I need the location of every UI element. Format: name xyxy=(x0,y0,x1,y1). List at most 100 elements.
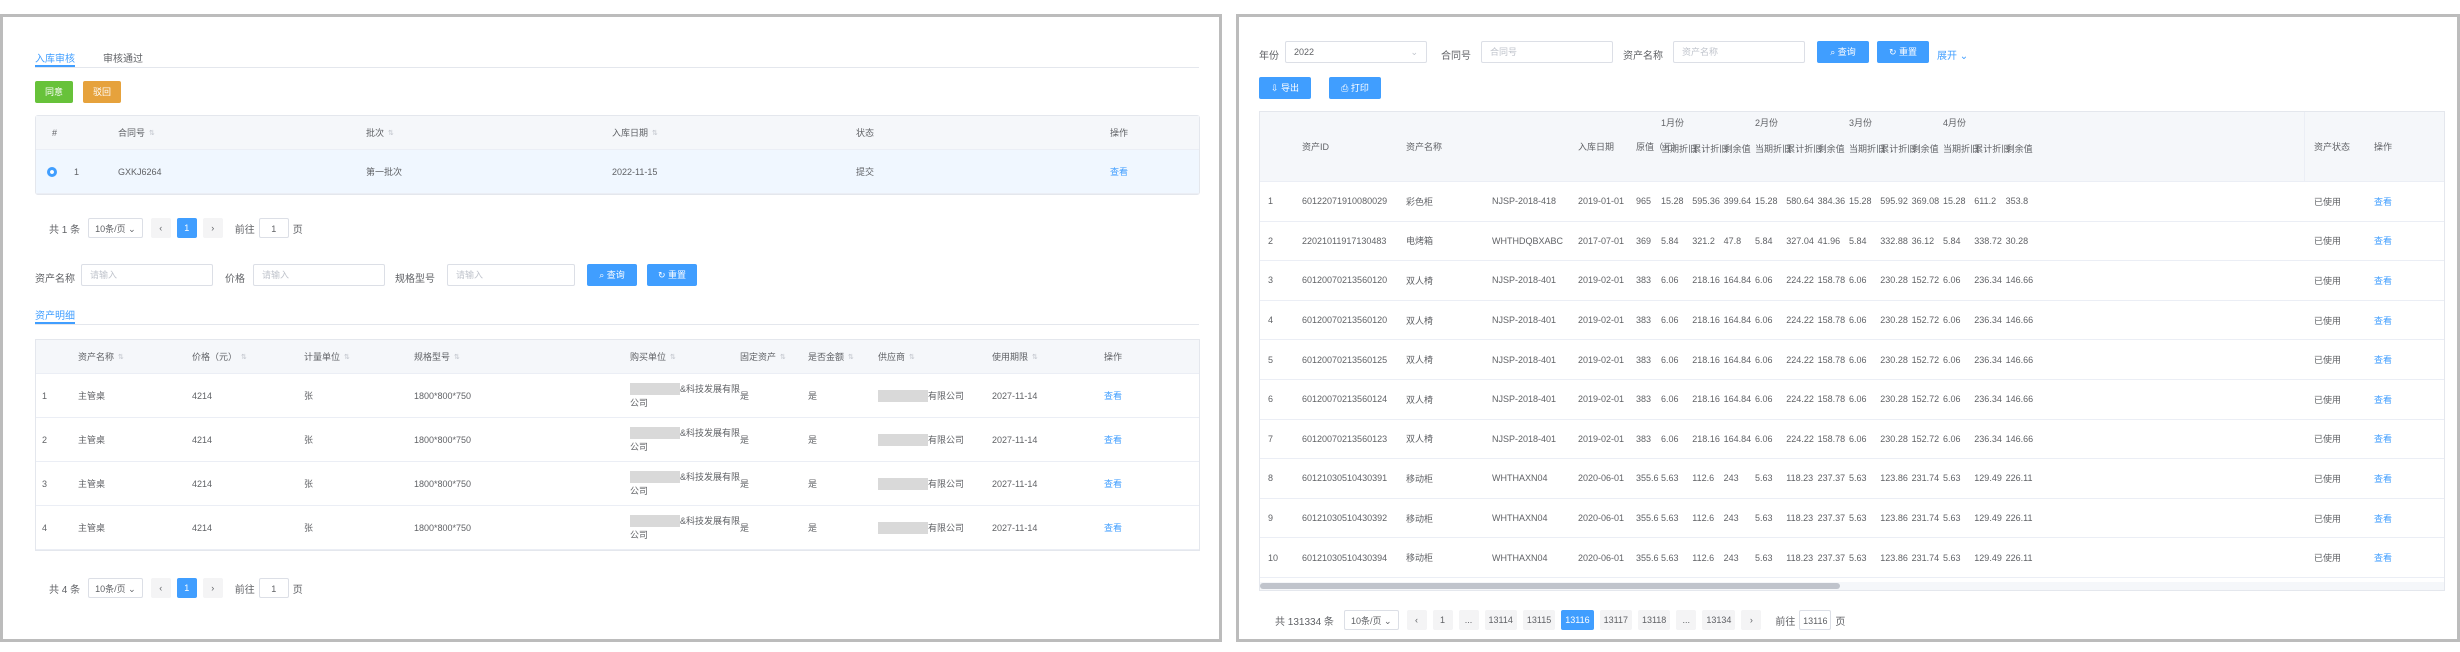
refresh-icon: ↻ xyxy=(1888,47,1897,57)
page-number[interactable]: 13118 xyxy=(1637,610,1671,630)
row-index: 1 xyxy=(74,166,80,177)
scrollbar-thumb[interactable] xyxy=(1260,583,1840,589)
reset-button[interactable]: ↻ 重置 xyxy=(647,264,697,286)
sort-icon[interactable]: ⇅ xyxy=(388,129,394,137)
row-month-value: 15.28 xyxy=(1755,196,1778,207)
goto-page-input[interactable]: 1 xyxy=(258,218,289,238)
goto-page-input[interactable]: 1 xyxy=(258,578,289,598)
buyer-line: 公司 xyxy=(630,397,649,408)
col-unit-label: 计量单位 xyxy=(304,352,341,362)
page-number[interactable]: 13134 xyxy=(1702,610,1736,630)
search-button[interactable]: ⌕ 查询 xyxy=(1817,41,1869,63)
sort-icon[interactable]: ⇅ xyxy=(1032,353,1038,361)
tab-asset-detail[interactable]: 资产明细 xyxy=(35,307,75,322)
row-asset-code: WHTHAXN04 xyxy=(1492,513,1548,524)
page-number[interactable]: 1 xyxy=(176,578,197,598)
row-month-value: 5.63 xyxy=(1755,473,1773,484)
page-size-select[interactable]: 10条/页 ⌄ xyxy=(88,218,143,238)
table-row: 9 60121030510430392 移动柜 WHTHAXN04 2020-06-01… xyxy=(1260,499,2444,539)
sort-icon[interactable]: ⇅ xyxy=(149,129,155,137)
reject-button[interactable]: 驳回 xyxy=(83,81,121,103)
prev-page-button[interactable]: ‹ xyxy=(150,218,171,238)
tab-approved[interactable]: 审核通过 xyxy=(103,50,143,65)
view-link[interactable]: 查看 xyxy=(1104,418,1122,461)
view-link[interactable]: 查看 xyxy=(1104,462,1122,505)
search-button[interactable]: ⌕ 查询 xyxy=(587,264,637,286)
table-row[interactable]: 1 GXKJ6264 第一批次 2022-11-15 提交 查看 xyxy=(36,150,1199,194)
page-number[interactable]: 13117 xyxy=(1599,610,1632,630)
sort-icon[interactable]: ⇅ xyxy=(780,353,786,361)
prev-page-button[interactable]: ‹ xyxy=(150,578,171,598)
row-orig-value: 383 xyxy=(1636,394,1652,405)
row-month-value: 129.49 xyxy=(1974,473,2002,484)
asset-name-input[interactable]: 请输入 xyxy=(81,264,213,286)
buyer-name: &科技发展有限 xyxy=(680,383,741,394)
row-index: 2 xyxy=(42,434,48,445)
row-in-date: 2017-07-01 xyxy=(1578,235,1625,246)
row-month-value: 158.78 xyxy=(1817,354,1846,365)
year-select[interactable]: 2022 ⌄ xyxy=(1285,41,1427,63)
col-price: 价格（元） ⇅ xyxy=(192,340,247,373)
view-link[interactable]: 查看 xyxy=(2374,499,2392,538)
row-price: 4214 xyxy=(192,478,213,489)
page-number[interactable]: 13116 xyxy=(1561,610,1594,630)
export-button[interactable]: ⇩ 导出 xyxy=(1259,77,1311,99)
view-link[interactable]: 查看 xyxy=(2374,222,2392,261)
view-link[interactable]: 查看 xyxy=(2374,340,2392,379)
view-link[interactable]: 查看 xyxy=(2374,380,2392,419)
view-link[interactable]: 查看 xyxy=(1104,506,1122,549)
page-number[interactable]: 1 xyxy=(1432,610,1453,630)
view-link[interactable]: 查看 xyxy=(2374,261,2392,300)
contract-label: 合同号 xyxy=(1441,51,1471,62)
view-link[interactable]: 查看 xyxy=(2374,538,2392,577)
view-link[interactable]: 查看 xyxy=(1104,374,1122,417)
prev-page-button[interactable]: ‹ xyxy=(1406,610,1427,630)
approve-button[interactable]: 同意 xyxy=(35,81,73,103)
next-page-button[interactable]: › xyxy=(202,218,223,238)
row-month-value: 129.49 xyxy=(1974,552,2002,563)
expand-link[interactable]: 展开 ⌄ xyxy=(1937,47,1968,62)
sort-icon[interactable]: ⇅ xyxy=(909,353,915,361)
page-size-select[interactable]: 10条/页 ⌄ xyxy=(88,578,143,598)
view-link[interactable]: 查看 xyxy=(1110,150,1128,193)
redacted-block xyxy=(878,477,928,490)
page-number[interactable]: ... xyxy=(1676,610,1697,630)
page-number[interactable]: 13114 xyxy=(1484,610,1517,630)
chevron-down-icon: ⌄ xyxy=(1410,47,1418,57)
goto-page-input[interactable]: 13116 xyxy=(1799,610,1832,630)
print-button[interactable]: ⎙ 打印 xyxy=(1329,77,1381,99)
tab-pending-audit[interactable]: 入库审核 xyxy=(35,50,75,65)
next-page-button[interactable]: › xyxy=(1741,610,1762,630)
view-link[interactable]: 查看 xyxy=(2374,182,2392,221)
contract-input[interactable]: 合同号 xyxy=(1481,41,1613,63)
price-input[interactable]: 请输入 xyxy=(253,264,385,286)
row-radio[interactable] xyxy=(47,150,57,193)
page-number[interactable]: ... xyxy=(1458,610,1479,630)
row-month-value: 6.06 xyxy=(1661,354,1679,365)
page-number[interactable]: 1 xyxy=(176,218,197,238)
sort-icon[interactable]: ⇅ xyxy=(670,353,676,361)
row-month-value: 118.23 xyxy=(1786,552,1814,563)
sort-icon[interactable]: ⇅ xyxy=(344,353,350,361)
next-page-button[interactable]: › xyxy=(202,578,223,598)
horizontal-scrollbar[interactable] xyxy=(1260,582,2444,590)
row-supplier: 有限公司 xyxy=(878,374,964,417)
sort-icon[interactable]: ⇅ xyxy=(241,353,247,361)
sort-icon[interactable]: ⇅ xyxy=(118,353,124,361)
row-amount: 是 xyxy=(808,435,818,445)
view-link[interactable]: 查看 xyxy=(2374,301,2392,340)
row-month-value: 5.84 xyxy=(1755,235,1773,246)
view-link[interactable]: 查看 xyxy=(2374,420,2392,459)
row-month-value: 6.06 xyxy=(1849,394,1867,405)
detail-table-header: 资产名称 ⇅ 价格（元） ⇅ 计量单位 ⇅ 规格型号 ⇅ 购买单位 ⇅ 固定资产 ⇅ 是否金… xyxy=(36,340,1199,374)
page-number[interactable]: 13115 xyxy=(1522,610,1556,630)
view-link[interactable]: 查看 xyxy=(2374,459,2392,498)
supplier-name: 有限公司 xyxy=(928,479,965,489)
reset-button[interactable]: ↻ 重置 xyxy=(1877,41,1929,63)
sort-icon[interactable]: ⇅ xyxy=(454,353,460,361)
spec-input[interactable]: 请输入 xyxy=(447,264,575,286)
asset-name-input[interactable]: 资产名称 xyxy=(1673,41,1805,63)
sort-icon[interactable]: ⇅ xyxy=(652,129,658,137)
page-size-select[interactable]: 10条/页 ⌄ xyxy=(1343,610,1399,630)
sort-icon[interactable]: ⇅ xyxy=(848,353,854,361)
